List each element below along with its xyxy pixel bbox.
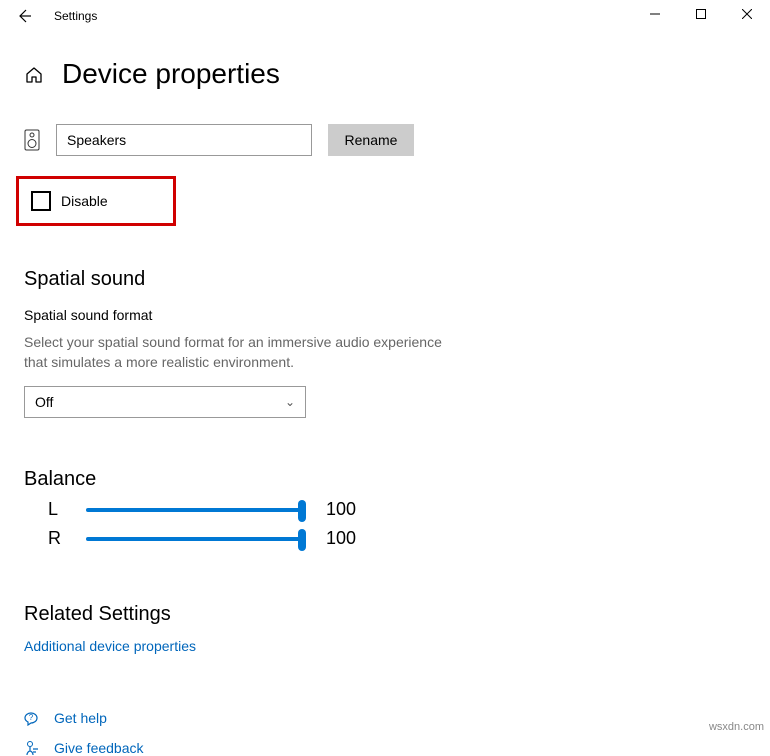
disable-highlight-box: Disable: [16, 176, 176, 226]
disable-label: Disable: [61, 193, 108, 209]
window-title: Settings: [54, 9, 97, 23]
feedback-icon: [24, 740, 40, 756]
slider-thumb-icon: [298, 500, 306, 522]
balance-right-label: R: [48, 528, 70, 549]
page-title: Device properties: [62, 58, 280, 90]
rename-button[interactable]: Rename: [328, 124, 414, 156]
additional-properties-link[interactable]: Additional device properties: [24, 638, 524, 654]
device-name-input[interactable]: [56, 124, 312, 156]
balance-left-label: L: [48, 499, 70, 520]
watermark: wsxdn.com: [709, 721, 764, 733]
give-feedback-link[interactable]: Give feedback: [54, 740, 144, 756]
spatial-sound-description: Select your spatial sound format for an …: [24, 333, 464, 372]
balance-right-slider[interactable]: [86, 537, 302, 541]
chevron-down-icon: ⌄: [285, 395, 295, 409]
back-button[interactable]: [12, 4, 36, 28]
maximize-button[interactable]: [678, 0, 724, 28]
balance-left-value: 100: [326, 499, 356, 520]
close-icon: [742, 9, 752, 19]
get-help-link[interactable]: Get help: [54, 710, 107, 726]
balance-right-value: 100: [326, 528, 356, 549]
help-icon: ?: [24, 710, 40, 726]
minimize-button[interactable]: [632, 0, 678, 28]
balance-left-slider[interactable]: [86, 508, 302, 512]
home-icon[interactable]: [24, 65, 44, 85]
spatial-sound-subheading: Spatial sound format: [24, 307, 524, 323]
back-arrow-icon: [16, 8, 32, 24]
maximize-icon: [696, 9, 706, 19]
minimize-icon: [650, 9, 660, 19]
close-button[interactable]: [724, 0, 770, 28]
spatial-sound-dropdown[interactable]: Off ⌄: [24, 386, 306, 418]
disable-checkbox[interactable]: [31, 191, 51, 211]
slider-thumb-icon: [298, 529, 306, 551]
speaker-device-icon: [24, 129, 40, 151]
related-settings-heading: Related Settings: [24, 603, 524, 626]
balance-heading: Balance: [24, 468, 524, 491]
svg-text:?: ?: [29, 713, 34, 722]
spatial-sound-heading: Spatial sound: [24, 268, 524, 291]
spatial-sound-selected: Off: [35, 394, 53, 410]
